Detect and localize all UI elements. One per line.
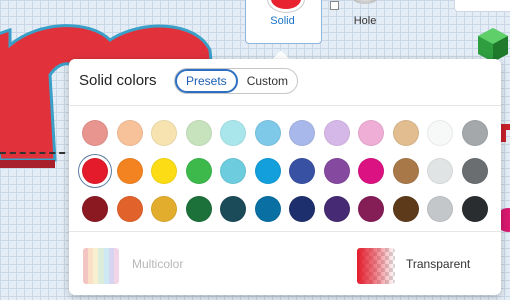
- color-swatch[interactable]: [82, 196, 108, 222]
- color-swatch[interactable]: [289, 158, 315, 184]
- color-swatch[interactable]: [151, 120, 177, 146]
- color-swatch[interactable]: [323, 158, 350, 184]
- preset-swatch-grid: [82, 120, 488, 222]
- popup-header: Solid colors Presets Custom: [69, 59, 501, 106]
- color-swatch[interactable]: [82, 120, 108, 146]
- color-swatch[interactable]: [185, 158, 212, 184]
- workplane-dashed-edge: [0, 152, 75, 154]
- color-swatch[interactable]: [151, 196, 177, 222]
- color-swatch[interactable]: [358, 120, 384, 146]
- hole-checkbox[interactable]: [330, 1, 339, 10]
- solid-label[interactable]: Solid: [245, 15, 320, 27]
- color-swatch[interactable]: [116, 196, 143, 222]
- color-swatch[interactable]: [254, 158, 281, 184]
- color-swatch[interactable]: [323, 196, 350, 222]
- popup-footer: Multicolor Transparent: [69, 231, 501, 296]
- color-swatch[interactable]: [392, 158, 419, 184]
- color-swatch[interactable]: [116, 120, 143, 146]
- color-swatch[interactable]: [427, 196, 453, 222]
- color-swatch[interactable]: [392, 196, 419, 222]
- color-swatch[interactable]: [220, 158, 246, 184]
- color-swatch[interactable]: [116, 158, 143, 184]
- transparent-label[interactable]: Transparent: [406, 257, 470, 271]
- color-swatch[interactable]: [254, 196, 281, 222]
- color-swatch[interactable]: [185, 120, 212, 146]
- color-swatch[interactable]: [461, 196, 488, 222]
- color-swatch[interactable]: [254, 120, 281, 146]
- color-swatch[interactable]: [151, 158, 177, 184]
- color-swatch[interactable]: [289, 120, 315, 146]
- color-swatch[interactable]: [427, 120, 453, 146]
- color-swatch[interactable]: [461, 158, 488, 184]
- color-swatch[interactable]: [358, 158, 384, 184]
- color-swatch[interactable]: [185, 196, 212, 222]
- popup-title: Solid colors: [79, 72, 157, 89]
- multicolor-stripe: [113, 248, 119, 284]
- multicolor-label: Multicolor: [132, 257, 184, 271]
- solid-colors-popup: Solid colors Presets Custom Multicolor T…: [69, 59, 501, 295]
- multicolor-icon: [83, 248, 119, 284]
- tab-presets[interactable]: Presets: [175, 69, 238, 93]
- color-mode-toggle: Presets Custom: [174, 68, 299, 94]
- side-panel-card: [454, 0, 510, 12]
- green-cube-shape[interactable]: [478, 28, 508, 62]
- color-swatch[interactable]: [461, 120, 488, 146]
- transparent-icon[interactable]: [357, 248, 395, 284]
- color-swatch[interactable]: [392, 120, 419, 146]
- color-swatch[interactable]: [220, 196, 246, 222]
- hole-label[interactable]: Hole: [340, 15, 390, 27]
- color-swatch[interactable]: [289, 196, 315, 222]
- color-swatch[interactable]: [358, 196, 384, 222]
- tab-custom[interactable]: Custom: [238, 69, 297, 93]
- color-swatch[interactable]: [220, 120, 246, 146]
- color-swatch[interactable]: [82, 158, 108, 184]
- color-swatch[interactable]: [323, 120, 350, 146]
- color-swatch[interactable]: [427, 158, 453, 184]
